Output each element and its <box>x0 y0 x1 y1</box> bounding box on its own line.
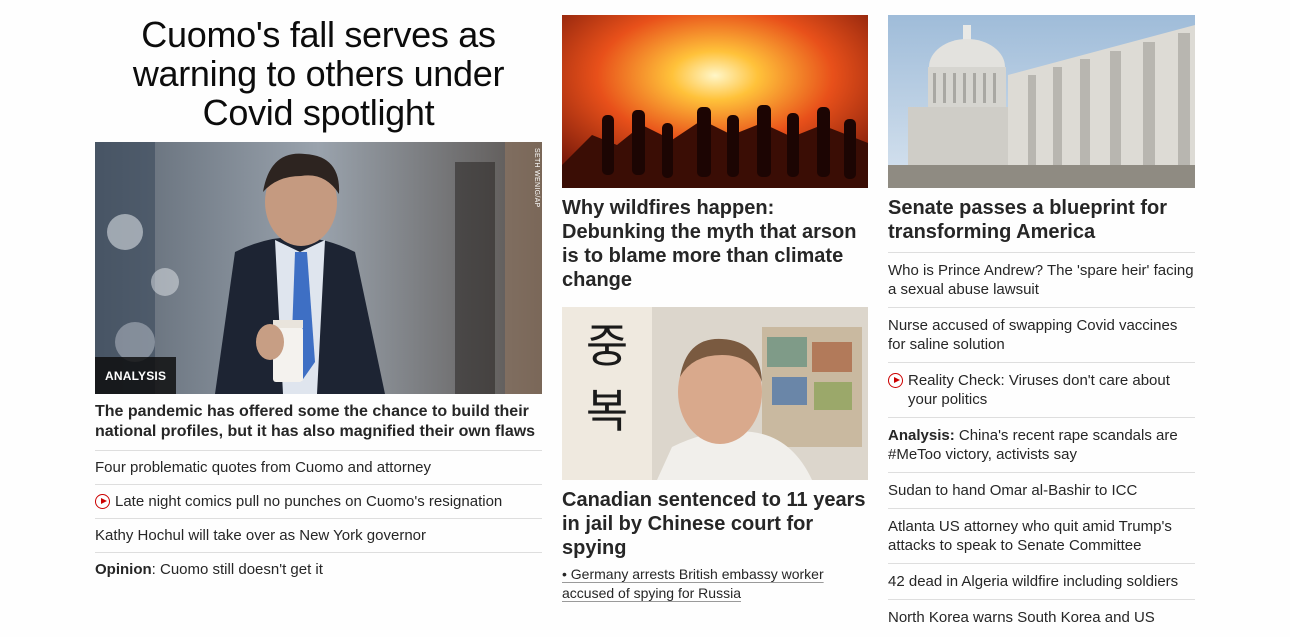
list-item-text: Four problematic quotes from Cuomo and a… <box>95 459 431 476</box>
list-item-text: Opinion: Cuomo still doesn't get it <box>95 560 323 579</box>
list-item[interactable]: Opinion: Cuomo still doesn't get it <box>95 553 542 586</box>
list-item-text: Analysis: China's recent rape scandals a… <box>888 426 1195 464</box>
list-item[interactable]: Sudan to hand Omar al-Bashir to ICC <box>888 473 1195 509</box>
lead-related-list: Four problematic quotes from Cuomo and a… <box>95 451 542 586</box>
list-item[interactable]: Kathy Hochul will take over as New York … <box>95 519 542 553</box>
list-item[interactable]: Four problematic quotes from Cuomo and a… <box>95 451 542 485</box>
canadian-image[interactable]: 중 복 <box>562 307 868 480</box>
play-video-icon <box>95 494 110 509</box>
wildfire-story: Why wildfires happen: Debunking the myth… <box>562 15 868 292</box>
list-item[interactable]: 42 dead in Algeria wildfire including so… <box>888 564 1195 600</box>
list-item[interactable]: Late night comics pull no punches on Cuo… <box>95 485 542 519</box>
list-item-text: Kathy Hochul will take over as New York … <box>95 527 426 544</box>
lead-image[interactable]: SETH WENIG/AP ANALYSIS <box>95 142 542 394</box>
image-credit: SETH WENIG/AP <box>533 148 540 208</box>
canadian-headline[interactable]: Canadian sentenced to 11 years in jail b… <box>562 488 868 560</box>
list-item-text: Sudan to hand Omar al-Bashir to ICC <box>888 482 1138 499</box>
capitol-photo <box>888 15 1195 188</box>
middle-column: Why wildfires happen: Debunking the myth… <box>562 15 868 603</box>
lead-subheadline[interactable]: The pandemic has offered some the chance… <box>95 402 542 451</box>
svg-text:중: 중 <box>586 319 628 373</box>
senate-headline[interactable]: Senate passes a blueprint for transformi… <box>888 196 1195 253</box>
list-item[interactable]: Analysis: China's recent rape scandals a… <box>888 418 1195 473</box>
list-item[interactable]: Reality Check: Viruses don't care about … <box>888 363 1195 418</box>
related-link[interactable]: • Germany arrests British embassy worker… <box>562 565 868 603</box>
opinion-label: Opinion <box>95 561 152 578</box>
wildfire-photo <box>562 15 868 188</box>
list-item[interactable]: Atlanta US attorney who quit amid Trump'… <box>888 509 1195 564</box>
list-item-text: Late night comics pull no punches on Cuo… <box>115 493 503 510</box>
list-item-rest: : Cuomo still doesn't get it <box>151 561 323 578</box>
lead-headline[interactable]: Cuomo's fall serves as warning to others… <box>95 15 542 132</box>
list-item-text: Who is Prince Andrew? The 'spare heir' f… <box>888 262 1194 298</box>
list-item-text: North Korea warns South Korea and US <box>888 609 1155 626</box>
wildfire-image[interactable] <box>562 15 868 188</box>
analysis-label: Analysis: <box>888 427 955 444</box>
wildfire-headline[interactable]: Why wildfires happen: Debunking the myth… <box>562 196 868 292</box>
list-item[interactable]: Who is Prince Andrew? The 'spare heir' f… <box>888 253 1195 308</box>
list-item[interactable]: North Korea warns South Korea and US <box>888 600 1195 635</box>
list-item-text: Nurse accused of swapping Covid vaccines… <box>888 317 1178 353</box>
canadian-story: 중 복 Canadian sentenced to 11 years in ja… <box>562 307 868 603</box>
right-headlines-list: Who is Prince Andrew? The 'spare heir' f… <box>888 253 1195 635</box>
analysis-badge: ANALYSIS <box>95 357 177 394</box>
svg-text:복: 복 <box>586 384 628 438</box>
list-item-text: Reality Check: Viruses don't care about … <box>908 372 1170 408</box>
capitol-image[interactable] <box>888 15 1195 188</box>
play-video-icon <box>888 373 903 388</box>
right-column: Senate passes a blueprint for transformi… <box>888 15 1195 635</box>
lead-story: Cuomo's fall serves as warning to others… <box>95 15 542 586</box>
list-item[interactable]: Nurse accused of swapping Covid vaccines… <box>888 308 1195 363</box>
spavor-photo: 중 복 <box>562 307 868 480</box>
list-item-text: Atlanta US attorney who quit amid Trump'… <box>888 518 1172 554</box>
list-item-text: 42 dead in Algeria wildfire including so… <box>888 573 1179 590</box>
